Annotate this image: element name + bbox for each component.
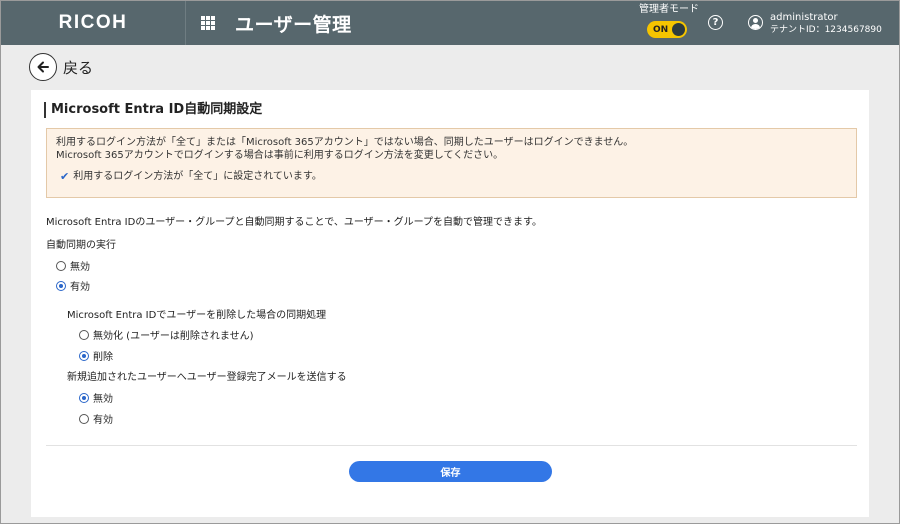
warning-check-text: 利用するログイン方法が「全て」に設定されています。 <box>73 171 322 182</box>
radio-button-checked[interactable] <box>79 350 89 361</box>
save-button[interactable]: 保存 <box>349 461 552 482</box>
checkmark-icon: ✔ <box>60 170 70 183</box>
warning-line-2: Microsoft 365アカウントでログインする場合は事前に利用するログイン方… <box>56 150 504 161</box>
app-title: ユーザー管理 <box>235 13 352 36</box>
arrow-left-icon[interactable] <box>29 53 57 81</box>
auto-sync-option-disabled[interactable]: 無効 <box>56 258 90 273</box>
back-button[interactable]: 戻る <box>29 53 93 81</box>
user-name: administrator <box>770 12 838 23</box>
radio-label: 有効 <box>93 415 113 426</box>
radio-label: 有効 <box>70 282 90 293</box>
back-label[interactable]: 戻る <box>63 57 93 78</box>
user-account-icon[interactable] <box>748 15 763 30</box>
radio-button-checked[interactable] <box>79 392 89 403</box>
radio-label: 無効化 (ユーザーは削除されません) <box>93 331 254 342</box>
admin-mode: 管理者モード ON <box>639 4 699 38</box>
auto-sync-option-enabled[interactable]: 有効 <box>56 278 90 293</box>
divider <box>46 445 857 446</box>
help-icon[interactable]: ? <box>708 15 723 30</box>
radio-button-checked[interactable] <box>56 280 66 291</box>
login-method-warning: 利用するログイン方法が「全て」または「Microsoft 365アカウント」では… <box>46 128 857 198</box>
mail-label: 新規追加されたユーザーへユーザー登録完了メールを送信する <box>67 372 347 383</box>
mail-option-disabled[interactable]: 無効 <box>79 390 113 405</box>
admin-mode-label: 管理者モード <box>639 4 699 15</box>
delete-sync-option-deactivate[interactable]: 無効化 (ユーザーは削除されません) <box>79 327 253 342</box>
mail-option-enabled[interactable]: 有効 <box>79 411 113 426</box>
warning-line-1: 利用するログイン方法が「全て」または「Microsoft 365アカウント」では… <box>56 137 634 148</box>
ricoh-logo[interactable]: RICOH <box>1 1 186 45</box>
delete-sync-option-delete[interactable]: 削除 <box>79 348 113 363</box>
radio-label: 無効 <box>70 262 90 273</box>
user-info[interactable]: administrator テナントID：1234567890 <box>770 12 882 36</box>
apps-grid-icon[interactable] <box>201 16 215 30</box>
delete-sync-label: Microsoft Entra IDでユーザーを削除した場合の同期処理 <box>67 310 327 321</box>
auto-sync-label: 自動同期の実行 <box>46 240 116 251</box>
radio-button[interactable] <box>79 413 89 424</box>
description: Microsoft Entra IDのユーザー・グループと自動同期することで、ユ… <box>46 217 543 228</box>
admin-mode-toggle[interactable]: ON <box>647 21 687 38</box>
section-title: Microsoft Entra ID自動同期設定 <box>44 102 262 118</box>
admin-mode-toggle-label: ON <box>653 24 669 35</box>
warning-check-row: ✔ 利用するログイン方法が「全て」に設定されています。 <box>60 170 847 183</box>
radio-label: 無効 <box>93 394 113 405</box>
tenant-id: テナントID：1234567890 <box>770 25 882 35</box>
toggle-knob <box>672 23 685 36</box>
settings-panel: Microsoft Entra ID自動同期設定 利用するログイン方法が「全て」… <box>31 90 869 517</box>
app-header: RICOH ユーザー管理 管理者モード ON ? administrator テ… <box>1 1 899 45</box>
radio-label: 削除 <box>93 352 113 363</box>
radio-button[interactable] <box>79 329 89 340</box>
radio-button[interactable] <box>56 260 66 271</box>
